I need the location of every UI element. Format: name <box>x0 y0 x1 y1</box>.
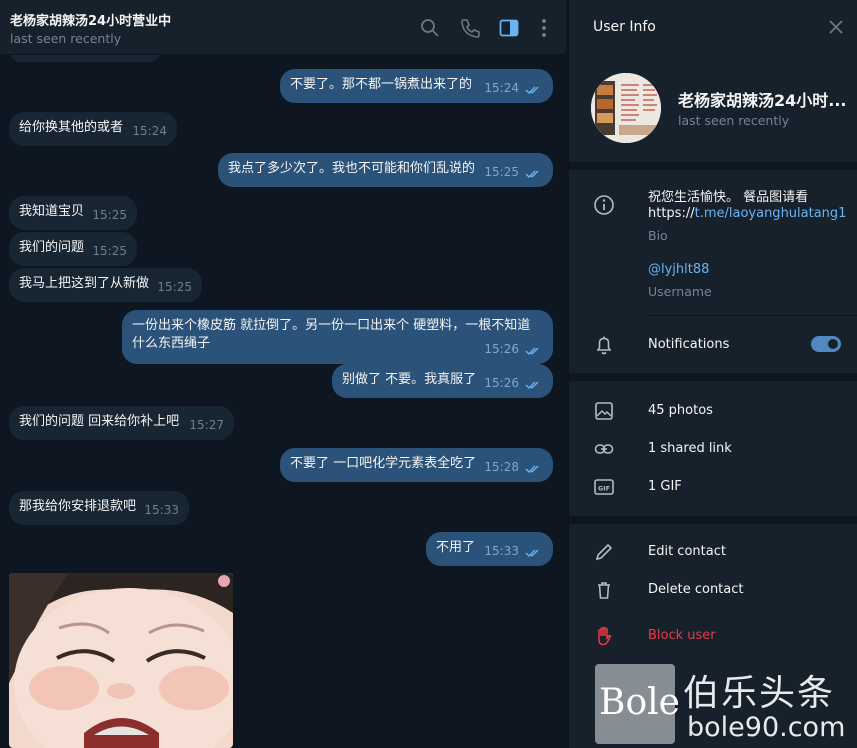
message-bubble[interactable]: 我点了多少次了。我也不可能和你们乱说的 15:25 <box>218 153 553 187</box>
message-text: 那我给你安排退款吧 <box>19 499 137 514</box>
chat-pane: 不要了。那不都一锅煮出来了的 15:24 给你换其他的或者 15:24 我点了多… <box>0 0 566 748</box>
message-text: 不要了。那不都一锅煮出来了的 <box>290 77 473 92</box>
profile-name: 老杨家胡辣汤24小时... <box>678 91 847 110</box>
sticker-image[interactable] <box>9 573 233 748</box>
panel-title: User Info <box>593 19 656 35</box>
row-divider <box>648 315 857 316</box>
message-time: 15:25 <box>157 280 192 294</box>
svg-text:GIF: GIF <box>598 485 610 493</box>
message-bubble[interactable]: 不用了 15:33 <box>426 532 553 566</box>
search-icon[interactable] <box>419 17 441 39</box>
message-text: 我点了多少次了。我也不可能和你们乱说的 <box>228 161 476 176</box>
message-text: 我知道宝贝 <box>19 204 85 219</box>
watermark-url: bole90.com <box>687 712 846 743</box>
chat-status: last seen recently <box>10 31 122 46</box>
block-user-button[interactable]: Block user <box>648 628 716 643</box>
bio-link-row: https://t.me/laoyanghulatang1 <box>648 206 846 221</box>
photos-count[interactable]: 45 photos <box>648 403 713 418</box>
message-bubble[interactable]: 我们的问题 15:25 <box>9 232 137 266</box>
message-bubble[interactable]: 我们的问题 回来给你补上吧 15:27 <box>9 406 234 440</box>
message-text: 我们的问题 <box>19 240 85 255</box>
message-bubble[interactable]: 不要了。那不都一锅煮出来了的 15:24 <box>280 69 553 103</box>
message-time: 15:33 <box>484 544 519 558</box>
read-ticks-icon <box>525 86 539 94</box>
section-divider <box>569 162 857 170</box>
more-vertical-icon[interactable] <box>533 17 555 39</box>
photo-icon <box>593 400 615 422</box>
message-time: 15:25 <box>484 165 519 179</box>
watermark: Bole 伯乐头条 bole90.com <box>595 664 857 748</box>
notifications-label: Notifications <box>648 337 730 352</box>
section-divider <box>569 516 857 524</box>
bio-text: 祝您生活愉快。 餐品图请看 <box>648 190 809 205</box>
message-text: 不用了 <box>436 540 476 555</box>
hand-block-icon <box>593 625 615 647</box>
username-label: Username <box>648 284 712 299</box>
message-time: 15:33 <box>144 503 179 517</box>
chat-title[interactable]: 老杨家胡辣汤24小时营业中 <box>10 10 171 29</box>
section-divider <box>569 373 857 381</box>
edit-contact-button[interactable]: Edit contact <box>648 544 726 559</box>
bio-label: Bio <box>648 228 668 243</box>
read-ticks-icon <box>525 347 539 355</box>
read-ticks-icon <box>525 465 539 473</box>
gifs-count[interactable]: 1 GIF <box>648 479 682 494</box>
chat-header: 老杨家胡辣汤24小时营业中 last seen recently <box>0 0 566 55</box>
link-icon <box>593 438 615 460</box>
message-bubble[interactable]: 那我给你安排退款吧 15:33 <box>9 491 189 525</box>
message-bubble[interactable]: 给你换其他的或者 15:24 <box>9 112 177 146</box>
message-bubble[interactable]: 我马上把这到了从新做 15:25 <box>9 268 202 302</box>
watermark-brand: 伯乐头条 <box>683 673 836 714</box>
message-text: 一份出来个橡皮筋 就拉倒了。另一份一口出来个 硬塑料，一根不知道 什么东西绳子 <box>132 318 531 351</box>
message-text: 不要了 一口吧化学元素表全吃了 <box>290 456 477 471</box>
message-time: 15:26 <box>484 376 519 390</box>
bell-icon <box>593 334 615 356</box>
message-text: 我马上把这到了从新做 <box>19 276 150 291</box>
message-text: 别做了 不要。我真服了 <box>342 372 477 387</box>
user-info-panel: User Info 老杨家胡辣汤24小时... last seen recent… <box>568 0 857 748</box>
avatar[interactable] <box>591 73 661 143</box>
message-bubble[interactable]: 别做了 不要。我真服了 15:26 <box>332 364 553 398</box>
message-time: 15:24 <box>132 124 167 138</box>
gif-icon: GIF <box>593 476 615 498</box>
message-bubble[interactable]: 我知道宝贝 15:25 <box>9 196 137 230</box>
links-count[interactable]: 1 shared link <box>648 441 732 456</box>
read-ticks-icon <box>525 381 539 389</box>
read-ticks-icon <box>525 170 539 178</box>
pencil-icon <box>593 541 615 563</box>
message-text: 给你换其他的或者 <box>19 120 124 135</box>
bio-link-prefix: https:// <box>648 206 695 221</box>
message-bubble[interactable]: 一份出来个橡皮筋 就拉倒了。另一份一口出来个 硬塑料，一根不知道 什么东西绳子 … <box>122 310 553 364</box>
trash-icon <box>593 579 615 601</box>
message-time: 15:25 <box>92 244 127 258</box>
sidebar-toggle-icon[interactable] <box>498 17 520 39</box>
message-time: 15:27 <box>189 418 224 432</box>
info-icon <box>593 194 615 216</box>
username-value[interactable]: @lyjhlt88 <box>648 262 709 277</box>
message-time: 15:25 <box>92 208 127 222</box>
phone-icon[interactable] <box>459 17 481 39</box>
delete-contact-button[interactable]: Delete contact <box>648 582 744 597</box>
notifications-toggle[interactable] <box>811 336 841 352</box>
close-icon[interactable] <box>827 18 845 36</box>
message-text: 我们的问题 回来给你补上吧 <box>19 414 180 429</box>
read-ticks-icon <box>525 549 539 557</box>
message-time: 15:24 <box>484 81 519 95</box>
message-time: 15:26 <box>484 342 519 356</box>
bio-link[interactable]: t.me/laoyanghulatang1 <box>695 206 847 221</box>
profile-status: last seen recently <box>678 113 790 128</box>
message-bubble[interactable]: 不要了 一口吧化学元素表全吃了 15:28 <box>280 448 553 482</box>
message-time: 15:28 <box>484 460 519 474</box>
watermark-logo: Bole <box>599 682 680 723</box>
